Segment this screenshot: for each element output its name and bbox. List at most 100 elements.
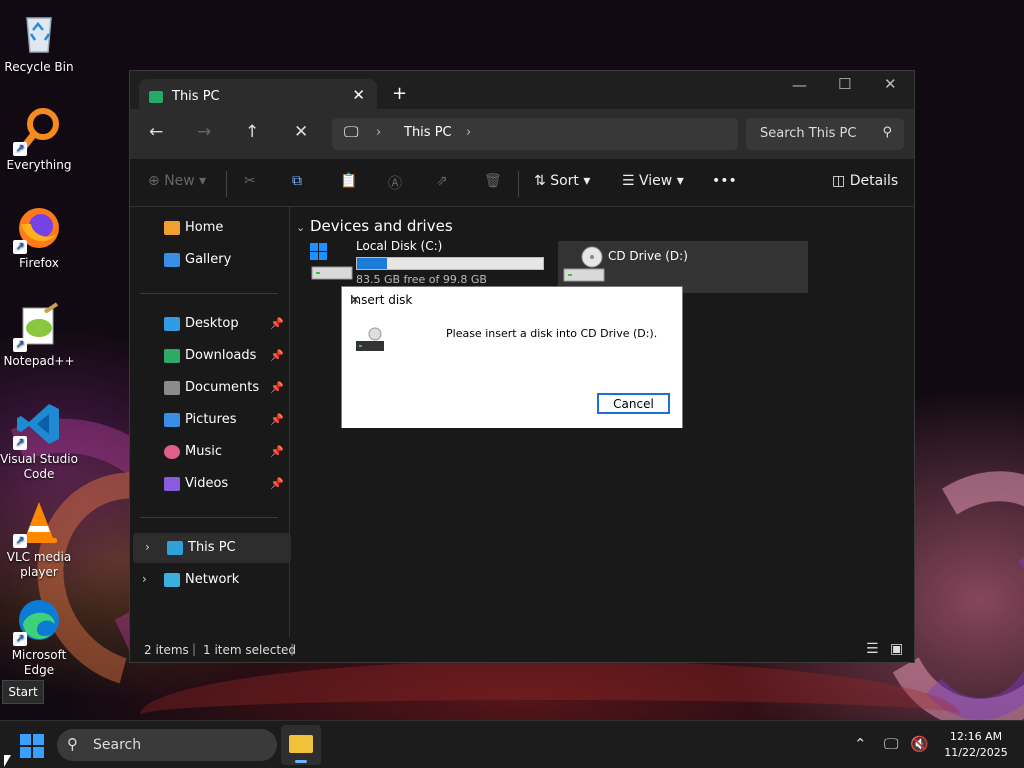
- sidebar-item-music[interactable]: Music 📌: [130, 437, 288, 467]
- insert-disk-dialog[interactable]: Insert disk ✕ Please insert a disk into …: [341, 286, 683, 428]
- pin-icon[interactable]: 📌: [270, 413, 284, 426]
- cd-drive-icon: [355, 327, 385, 353]
- forward-button[interactable]: →: [197, 122, 211, 142]
- close-window-button[interactable]: ✕: [884, 75, 897, 93]
- desktop-icon-firefox[interactable]: ↗ Firefox: [0, 204, 78, 271]
- chevron-up-icon[interactable]: ⌃: [854, 735, 867, 753]
- search-placeholder: Search This PC: [760, 126, 857, 141]
- group-header[interactable]: ⌄ Devices and drives: [296, 217, 453, 235]
- sidebar-item-gallery[interactable]: Gallery: [130, 245, 288, 275]
- notepadpp-icon: ↗: [13, 302, 63, 352]
- volume-muted-icon[interactable]: 🔇: [910, 735, 929, 753]
- this-pc-icon: [149, 91, 163, 103]
- address-bar[interactable]: 🖵 › This PC ›: [332, 118, 738, 150]
- taskbar-search-label: Search: [93, 737, 142, 753]
- vscode-icon: ↗: [13, 400, 63, 450]
- new-tab-button[interactable]: +: [392, 83, 407, 104]
- sidebar-item-pictures[interactable]: Pictures 📌: [130, 405, 288, 435]
- minimize-button[interactable]: —: [792, 76, 807, 94]
- drive-local-disk-c[interactable]: Local Disk (C:) 83.5 GB free of 99.8 GB: [306, 239, 550, 291]
- taskbar-search[interactable]: ⚲ Search: [57, 729, 277, 761]
- desktop-icon-label: Firefox: [19, 256, 59, 270]
- separator: [518, 171, 519, 197]
- vlc-icon: ↗: [13, 498, 63, 548]
- pin-icon[interactable]: 📌: [270, 349, 284, 362]
- status-bar: 2 items | 1 item selected | ☰ ▣: [130, 637, 914, 663]
- network-icon: [164, 573, 180, 587]
- pin-icon[interactable]: 📌: [270, 317, 284, 330]
- delete-icon[interactable]: 🗑: [484, 173, 502, 189]
- item-count: 2 items: [144, 643, 189, 657]
- home-icon: [164, 221, 180, 235]
- search-icon: ⚲: [882, 125, 892, 140]
- copy-icon[interactable]: ⧉: [292, 173, 302, 189]
- drive-usage-bar: [356, 257, 544, 270]
- maximize-button[interactable]: ☐: [838, 75, 851, 93]
- desktop-icon-edge[interactable]: ↗ Microsoft Edge: [0, 596, 78, 678]
- everything-icon: ↗: [13, 106, 63, 156]
- sidebar-item-this-pc[interactable]: › This PC: [133, 533, 291, 563]
- dialog-message: Please insert a disk into CD Drive (D:).: [446, 327, 658, 340]
- cd-drive-icon: [562, 245, 606, 282]
- stop-button[interactable]: ✕: [294, 122, 308, 142]
- pin-icon[interactable]: 📌: [270, 381, 284, 394]
- sidebar-item-network[interactable]: › Network: [130, 565, 288, 595]
- clock[interactable]: 12:16 AM 11/22/2025: [936, 729, 1016, 761]
- drive-usage-fill: [357, 258, 388, 269]
- dialog-close-button[interactable]: ✕: [350, 293, 674, 307]
- desktop-folder-icon: [164, 317, 180, 331]
- cut-icon[interactable]: ✂: [244, 173, 256, 189]
- start-button[interactable]: [20, 734, 44, 758]
- downloads-icon: [164, 349, 180, 363]
- desktop-icon-notepadpp[interactable]: ↗ Notepad++: [0, 302, 78, 369]
- cancel-button[interactable]: Cancel: [597, 393, 670, 414]
- desktop-icon-recycle-bin[interactable]: Recycle Bin: [0, 8, 78, 75]
- new-button[interactable]: ⊕ New ▾: [148, 173, 206, 189]
- tiles-view-icon[interactable]: ▣: [890, 641, 903, 657]
- back-button[interactable]: ←: [149, 122, 163, 142]
- sort-button[interactable]: ⇅ Sort ▾: [534, 173, 590, 189]
- paste-icon[interactable]: 📋: [340, 173, 357, 189]
- more-options-button[interactable]: •••: [712, 173, 737, 189]
- sidebar-item-videos[interactable]: Videos 📌: [130, 469, 288, 499]
- navigation-bar: ← → ↑ ✕ 🖵 › This PC › Search This PC ⚲: [130, 109, 914, 159]
- monitor-icon: 🖵: [344, 123, 359, 141]
- sidebar-item-downloads[interactable]: Downloads 📌: [130, 341, 288, 371]
- shortcut-arrow-icon: ↗: [13, 632, 27, 646]
- pin-icon[interactable]: 📌: [270, 445, 284, 458]
- search-box[interactable]: Search This PC ⚲: [746, 118, 904, 150]
- close-tab-icon[interactable]: ✕: [352, 86, 365, 104]
- details-view-icon[interactable]: ☰: [866, 641, 879, 657]
- firefox-icon: ↗: [13, 204, 63, 254]
- details-button[interactable]: ◫ Details: [832, 173, 898, 189]
- taskbar-file-explorer[interactable]: [281, 725, 321, 765]
- chevron-right-icon[interactable]: ›: [142, 572, 147, 586]
- documents-icon: [164, 381, 180, 395]
- active-indicator: [295, 760, 307, 763]
- sidebar-item-desktop[interactable]: Desktop 📌: [130, 309, 288, 339]
- desktop-icon-vlc[interactable]: ↗ VLC media player: [0, 498, 78, 580]
- tab-title: This PC: [172, 89, 220, 104]
- desktop-icon-everything[interactable]: ↗ Everything: [0, 106, 78, 173]
- breadcrumb-this-pc[interactable]: This PC: [404, 125, 452, 140]
- share-icon[interactable]: ⇗: [436, 173, 448, 189]
- folder-icon: [289, 735, 313, 753]
- rename-icon[interactable]: Ⓐ: [388, 173, 402, 193]
- up-button[interactable]: ↑: [245, 122, 259, 142]
- sidebar-item-home[interactable]: Home: [130, 213, 288, 243]
- chevron-right-icon[interactable]: ›: [466, 125, 471, 140]
- recycle-bin-icon: [15, 8, 63, 56]
- search-icon: ⚲: [67, 735, 78, 753]
- desktop-icon-label: Recycle Bin: [4, 60, 74, 74]
- separator: [226, 171, 227, 197]
- sidebar-item-documents[interactable]: Documents 📌: [130, 373, 288, 403]
- view-button[interactable]: ☰ View ▾: [622, 173, 684, 189]
- network-icon[interactable]: 🖵: [884, 735, 898, 753]
- chevron-right-icon[interactable]: ›: [145, 540, 150, 554]
- pin-icon[interactable]: 📌: [270, 477, 284, 490]
- drive-name: CD Drive (D:): [608, 249, 688, 263]
- edge-icon: ↗: [13, 596, 63, 646]
- desktop-icon-vscode[interactable]: ↗ Visual Studio Code: [0, 400, 78, 482]
- dialog-title-bar[interactable]: Insert disk ✕: [342, 287, 682, 315]
- drive-name: Local Disk (C:): [356, 239, 443, 253]
